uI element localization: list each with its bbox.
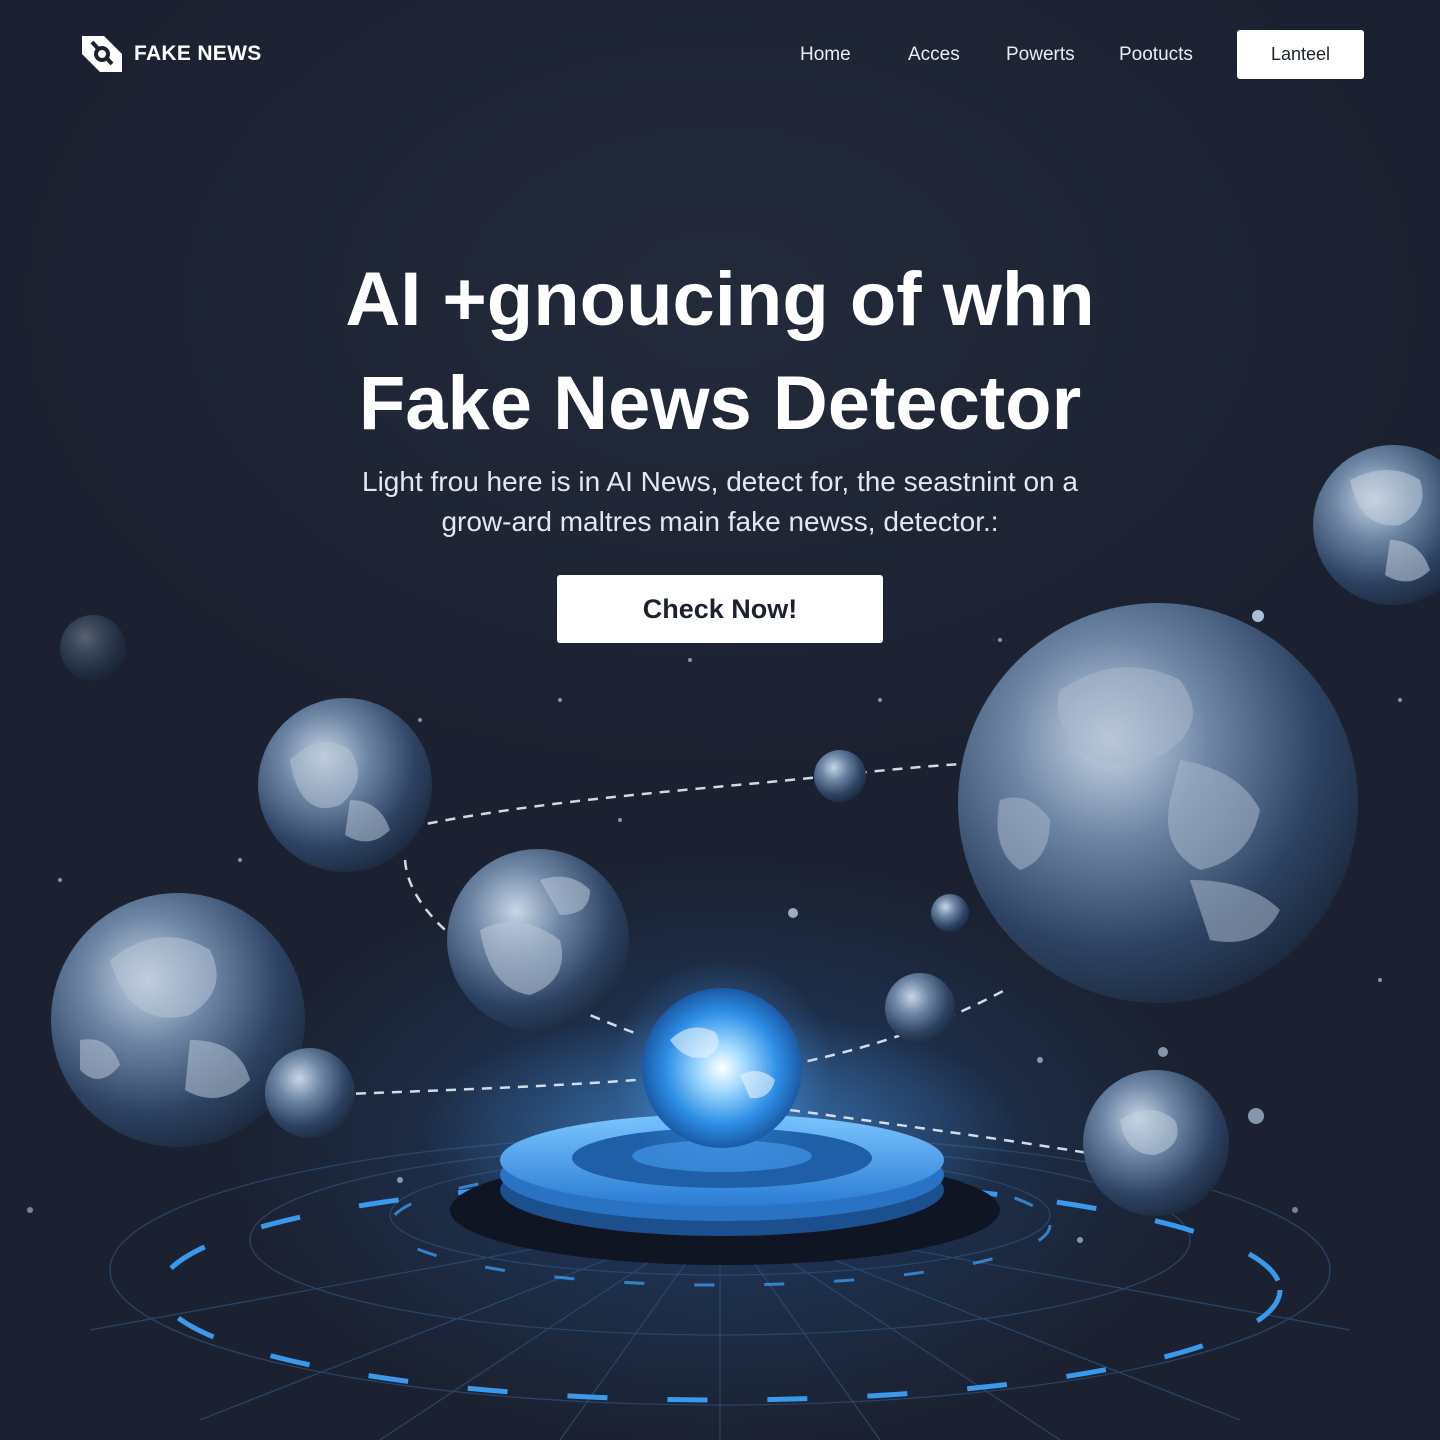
central-glowing-globe <box>642 988 802 1148</box>
hero-subtitle-line-1: Light frou here is in AI News, detect fo… <box>362 466 1078 497</box>
nav-item-home[interactable]: Home <box>800 40 851 70</box>
nav-item-acces[interactable]: Acces <box>908 40 960 70</box>
globe-small-left <box>265 1048 355 1138</box>
site-header: FAKE NEWS Home Acces Powerts Pootucts La… <box>0 0 1440 110</box>
globe-mid-left <box>447 849 629 1031</box>
globe-network-illustration <box>27 445 1440 1440</box>
globe-upper-left <box>258 698 432 872</box>
nav-item-pootucts[interactable]: Pootucts <box>1119 40 1193 70</box>
globe-faint-left <box>60 615 126 681</box>
main-nav: Home Acces Powerts Pootucts <box>0 40 1440 70</box>
globe-tiny-center <box>931 894 969 932</box>
globe-lower-left <box>51 893 305 1147</box>
hero-subtitle-line-2: grow-ard maltres main fake newss, detect… <box>441 506 999 537</box>
hero-title: AI +gnoucing of whn Fake News Detector <box>120 248 1320 456</box>
star-particles <box>27 610 1402 1243</box>
check-now-button[interactable]: Check Now! <box>557 575 883 643</box>
connection-lines <box>319 760 1101 1157</box>
landing-page: FAKE NEWS Home Acces Powerts Pootucts La… <box>0 0 1440 1440</box>
globe-small-right <box>885 973 955 1043</box>
floor-grid <box>89 1134 1351 1440</box>
floor-ring-dashes <box>157 1177 1283 1403</box>
nav-item-powerts[interactable]: Powerts <box>1006 40 1075 70</box>
globe-top-right <box>1313 445 1440 605</box>
hero-subtitle: Light frou here is in AI News, detect fo… <box>220 462 1220 542</box>
globe-small-center <box>814 750 866 802</box>
hero-title-line-1: AI +gnoucing of whn <box>345 257 1095 342</box>
globe-lower-right <box>1083 1070 1229 1216</box>
hologram-pad <box>450 1114 1000 1265</box>
globe-large-right <box>958 603 1358 1003</box>
hero-title-line-2: Fake News Detector <box>358 361 1082 446</box>
header-cta-button[interactable]: Lanteel <box>1237 30 1364 79</box>
